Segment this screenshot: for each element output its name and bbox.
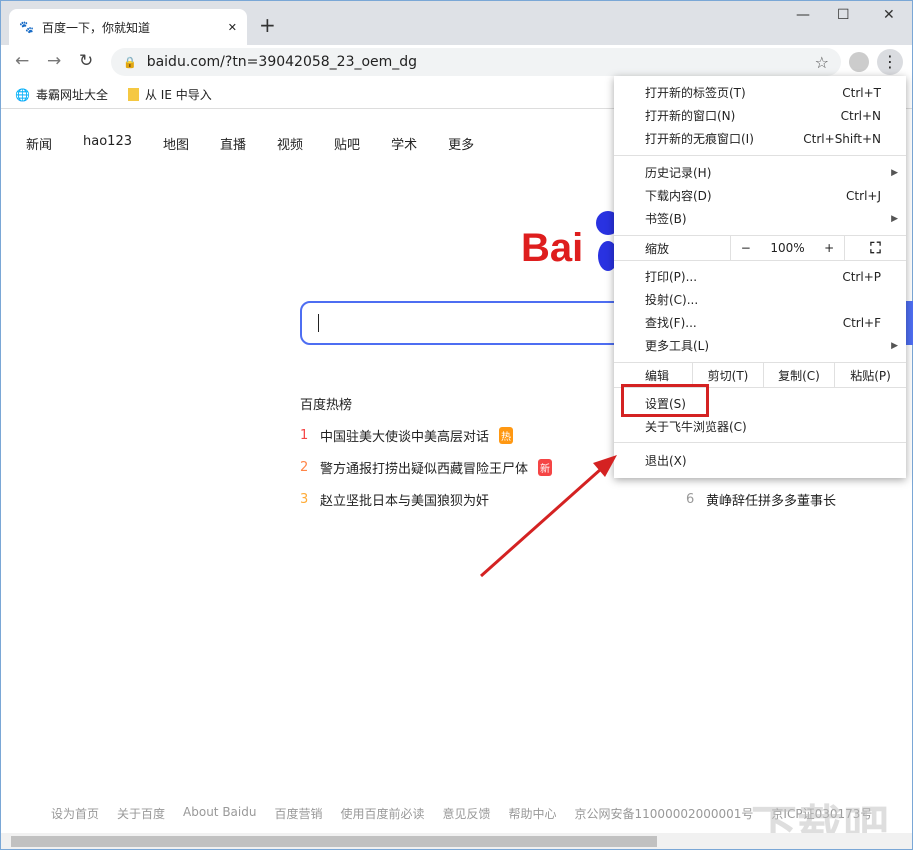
annotation-arrow: [480, 455, 617, 578]
